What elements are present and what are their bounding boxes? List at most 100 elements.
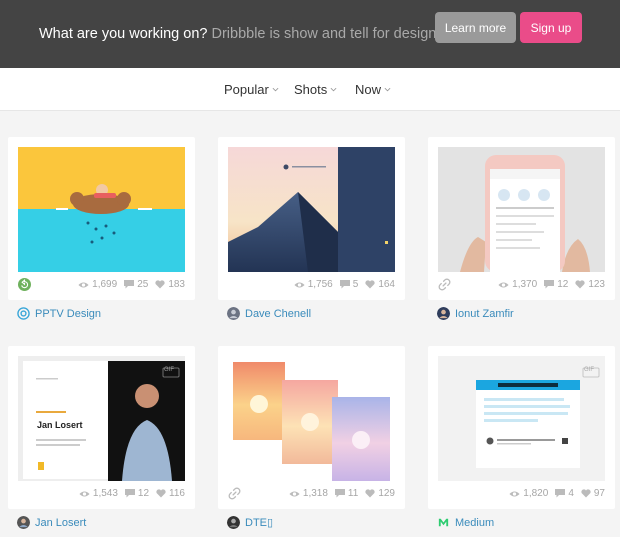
heart-icon xyxy=(581,489,591,498)
shot-stats: 1,756 5 164 xyxy=(287,279,395,290)
shot-card[interactable]: 1,318 11 129 xyxy=(218,346,405,509)
shot-card[interactable]: GIF Jan Losert 1,543 12 116 xyxy=(8,346,195,509)
shot-stats: 1,318 11 129 xyxy=(282,488,395,499)
views-stat: 1,543 xyxy=(79,488,118,499)
shot-card[interactable]: GIF 1,820 4 97 xyxy=(428,346,615,509)
eye-icon xyxy=(289,490,300,497)
eye-icon xyxy=(79,490,90,497)
filter-now-label: Now xyxy=(355,82,382,97)
comments-stat[interactable]: 12 xyxy=(124,488,150,499)
shot-author[interactable]: Dave Chenell xyxy=(227,307,311,320)
comment-icon xyxy=(555,489,566,498)
shot-card[interactable]: 1,370 12 123 xyxy=(428,137,615,300)
shot-thumbnail[interactable] xyxy=(228,147,395,272)
likes-count: 164 xyxy=(378,279,395,290)
shot-author[interactable]: Ionut Zamfir xyxy=(437,307,514,320)
author-name[interactable]: Ionut Zamfir xyxy=(455,308,514,320)
views-stat: 1,318 xyxy=(289,488,328,499)
comment-icon xyxy=(334,489,345,498)
likes-count: 129 xyxy=(378,488,395,499)
comments-stat[interactable]: 5 xyxy=(339,279,359,290)
sign-up-button[interactable]: Sign up xyxy=(520,12,582,43)
eye-icon xyxy=(498,281,509,288)
shot-author[interactable]: PPTV Design xyxy=(17,307,101,320)
views-count: 1,756 xyxy=(307,279,333,290)
eye-icon xyxy=(78,281,89,288)
avatar xyxy=(437,307,450,320)
likes-stat[interactable]: 164 xyxy=(365,279,395,290)
shot-image-medium-quote xyxy=(438,356,605,481)
shot-name-text: Jan Losert xyxy=(37,420,83,430)
shot-author[interactable]: Medium xyxy=(437,516,494,529)
views-count: 1,318 xyxy=(302,488,328,499)
shot-card[interactable]: 1,699 25 183 xyxy=(8,137,195,300)
views-stat: 1,699 xyxy=(78,279,117,290)
comments-count: 12 xyxy=(557,279,569,290)
chevron-down-icon xyxy=(384,87,391,92)
shot-stats: 1,699 25 183 xyxy=(71,279,185,290)
medium-logo-icon xyxy=(438,518,449,527)
shot-image-mountain xyxy=(228,147,395,272)
avatar xyxy=(227,516,240,529)
heart-icon xyxy=(365,489,375,498)
author-name[interactable]: DTE▯ xyxy=(245,516,273,529)
shot-image-phone xyxy=(438,147,605,272)
comments-stat[interactable]: 11 xyxy=(334,488,358,499)
author-name[interactable]: PPTV Design xyxy=(35,308,101,320)
shot-thumbnail[interactable] xyxy=(18,147,185,272)
views-count: 1,820 xyxy=(523,488,549,499)
chevron-down-icon xyxy=(272,87,279,92)
heart-icon xyxy=(155,280,165,289)
avatar xyxy=(17,307,30,320)
likes-stat[interactable]: 123 xyxy=(575,279,605,290)
shot-stats: 1,543 12 116 xyxy=(72,488,185,499)
likes-count: 183 xyxy=(168,279,185,290)
link-icon[interactable] xyxy=(438,278,451,291)
author-name[interactable]: Dave Chenell xyxy=(245,308,311,320)
filter-shots-label: Shots xyxy=(294,82,328,97)
views-stat: 1,820 xyxy=(509,488,548,499)
views-count: 1,370 xyxy=(512,279,538,290)
rebound-icon[interactable] xyxy=(18,278,31,291)
shot-thumbnail[interactable] xyxy=(438,147,605,272)
link-icon[interactable] xyxy=(228,487,241,500)
shot-author[interactable]: Jan Losert xyxy=(17,516,86,529)
gif-badge: GIF xyxy=(164,367,174,373)
comments-stat[interactable]: 25 xyxy=(124,279,148,290)
shot-thumbnail[interactable]: GIF Jan Losert xyxy=(18,356,185,481)
shot-stats: 1,370 12 123 xyxy=(491,279,605,290)
shot-thumbnail[interactable] xyxy=(228,356,395,481)
comments-count: 12 xyxy=(137,488,150,499)
learn-more-button[interactable]: Learn more xyxy=(435,12,516,43)
author-name[interactable]: Medium xyxy=(455,517,494,529)
views-stat: 1,370 xyxy=(498,279,537,290)
likes-stat[interactable]: 129 xyxy=(365,488,395,499)
filter-shots[interactable]: Shots xyxy=(294,82,337,97)
filter-popular[interactable]: Popular xyxy=(224,82,279,97)
comments-stat[interactable]: 12 xyxy=(544,279,568,290)
shot-image-portrait xyxy=(18,356,185,481)
comment-icon xyxy=(339,280,350,289)
comments-count: 5 xyxy=(352,279,359,290)
comment-icon xyxy=(544,280,555,289)
shot-thumbnail[interactable]: GIF xyxy=(438,356,605,481)
avatar xyxy=(17,516,30,529)
comments-stat[interactable]: 4 xyxy=(555,488,574,499)
likes-stat[interactable]: 183 xyxy=(155,279,185,290)
likes-count: 97 xyxy=(593,488,605,499)
shot-stats: 1,820 4 97 xyxy=(502,488,605,499)
banner-text: What are you working on? Dribbble is sho… xyxy=(39,26,461,42)
filter-bar: Popular Shots Now xyxy=(0,68,620,111)
author-name[interactable]: Jan Losert xyxy=(35,517,86,529)
banner-prompt: What are you working on? xyxy=(39,26,208,42)
shot-card[interactable]: 1,756 5 164 xyxy=(218,137,405,300)
filter-now[interactable]: Now xyxy=(355,82,391,97)
heart-icon xyxy=(365,280,375,289)
chevron-down-icon xyxy=(330,87,337,92)
shot-author[interactable]: DTE▯ xyxy=(227,516,273,529)
views-count: 1,543 xyxy=(92,488,118,499)
gif-badge: GIF xyxy=(584,367,594,373)
views-count: 1,699 xyxy=(92,279,118,290)
likes-stat[interactable]: 97 xyxy=(581,488,605,499)
likes-stat[interactable]: 116 xyxy=(156,488,185,499)
